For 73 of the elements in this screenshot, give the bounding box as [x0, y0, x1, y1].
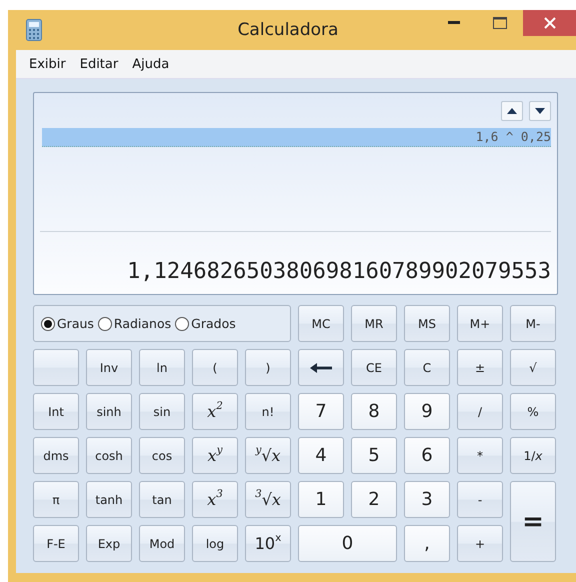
function-key[interactable]: ) — [245, 349, 291, 386]
history-entry[interactable]: 1,6 ^ 0,25 — [42, 128, 551, 147]
left-arrow-icon — [310, 362, 332, 372]
function-key[interactable]: x$^{y}$ — [192, 437, 238, 474]
radio-button[interactable] — [41, 316, 55, 330]
function-key[interactable]: + — [457, 525, 503, 562]
function-key[interactable]: Mod — [139, 525, 185, 562]
function-key[interactable]: sinh — [86, 393, 132, 430]
function-key[interactable]: tanh — [86, 481, 132, 518]
function-key[interactable]: cosh — [86, 437, 132, 474]
digit-key[interactable]: 1 — [298, 481, 344, 518]
history-down-button[interactable] — [529, 101, 551, 121]
function-key[interactable]: 10$^{x}$ — [245, 525, 291, 562]
function-key[interactable]: cos — [139, 437, 185, 474]
digit-key[interactable]: , — [404, 525, 450, 562]
function-key[interactable]: Exp — [86, 525, 132, 562]
function-key[interactable]: F-E — [33, 525, 79, 562]
function-key[interactable]: π — [33, 481, 79, 518]
digit-key[interactable]: 3 — [404, 481, 450, 518]
function-key[interactable]: sin — [139, 393, 185, 430]
function-key[interactable]: MC — [298, 305, 344, 342]
calculator-icon — [26, 19, 42, 41]
function-key[interactable]: M- — [510, 305, 556, 342]
digit-key[interactable]: 2 — [351, 481, 397, 518]
function-key[interactable]: ln — [139, 349, 185, 386]
function-key[interactable]: ( — [192, 349, 238, 386]
window-title: Calculadora — [238, 19, 338, 42]
function-key[interactable]: $^{y}$√x — [245, 437, 291, 474]
result-display: 1,124682650380698160789902079553 — [126, 258, 551, 286]
menu-item[interactable]: Ajuda — [125, 56, 176, 72]
function-key[interactable]: dms — [33, 437, 79, 474]
digit-key[interactable]: 9 — [404, 393, 450, 430]
history-up-button[interactable] — [501, 101, 523, 121]
function-key[interactable]: tan — [139, 481, 185, 518]
digit-key[interactable]: 7 — [298, 393, 344, 430]
function-key[interactable]: CE — [351, 349, 397, 386]
function-key[interactable]: Int — [33, 393, 79, 430]
function-key[interactable]: MR — [351, 305, 397, 342]
function-key[interactable]: * — [457, 437, 503, 474]
function-key[interactable]: ± — [457, 349, 503, 386]
digit-key[interactable]: 4 — [298, 437, 344, 474]
menu-item[interactable]: Exibir — [22, 56, 73, 72]
function-key[interactable]: √ — [510, 349, 556, 386]
function-key[interactable]: C — [404, 349, 450, 386]
maximize-icon[interactable] — [493, 17, 507, 29]
radio-button[interactable] — [175, 316, 190, 330]
backspace-key[interactable] — [298, 349, 344, 386]
angle-unit-option[interactable]: Radianos — [98, 316, 172, 331]
equals-key[interactable]: = — [510, 481, 556, 562]
function-key[interactable]: - — [457, 481, 503, 518]
digit-key[interactable]: 5 — [351, 437, 397, 474]
function-key[interactable]: $^{3}$√x — [245, 481, 291, 518]
up-triangle-icon — [507, 108, 517, 114]
angle-unit-option[interactable]: Grados — [175, 316, 236, 331]
digit-key[interactable]: 8 — [351, 393, 397, 430]
down-triangle-icon — [535, 108, 545, 114]
function-key[interactable]: / — [457, 393, 503, 430]
function-key[interactable]: x$^{3}$ — [192, 481, 238, 518]
function-key[interactable]: Inv — [86, 349, 132, 386]
function-key[interactable]: log — [192, 525, 238, 562]
minimize-icon[interactable] — [448, 21, 460, 25]
function-key[interactable]: M+ — [457, 305, 503, 342]
close-icon[interactable] — [544, 17, 556, 29]
function-key[interactable]: n! — [245, 393, 291, 430]
radio-button[interactable] — [98, 316, 112, 330]
digit-key[interactable]: 0 — [298, 525, 397, 562]
function-key[interactable]: 1/x — [510, 437, 556, 474]
function-key[interactable]: x$^{2}$ — [192, 393, 238, 430]
function-key[interactable]: % — [510, 393, 556, 430]
menu-item[interactable]: Editar — [72, 56, 126, 72]
function-key[interactable]: MS — [404, 305, 450, 342]
digit-key[interactable]: 6 — [404, 437, 450, 474]
angle-unit-option[interactable]: Graus — [41, 316, 94, 331]
